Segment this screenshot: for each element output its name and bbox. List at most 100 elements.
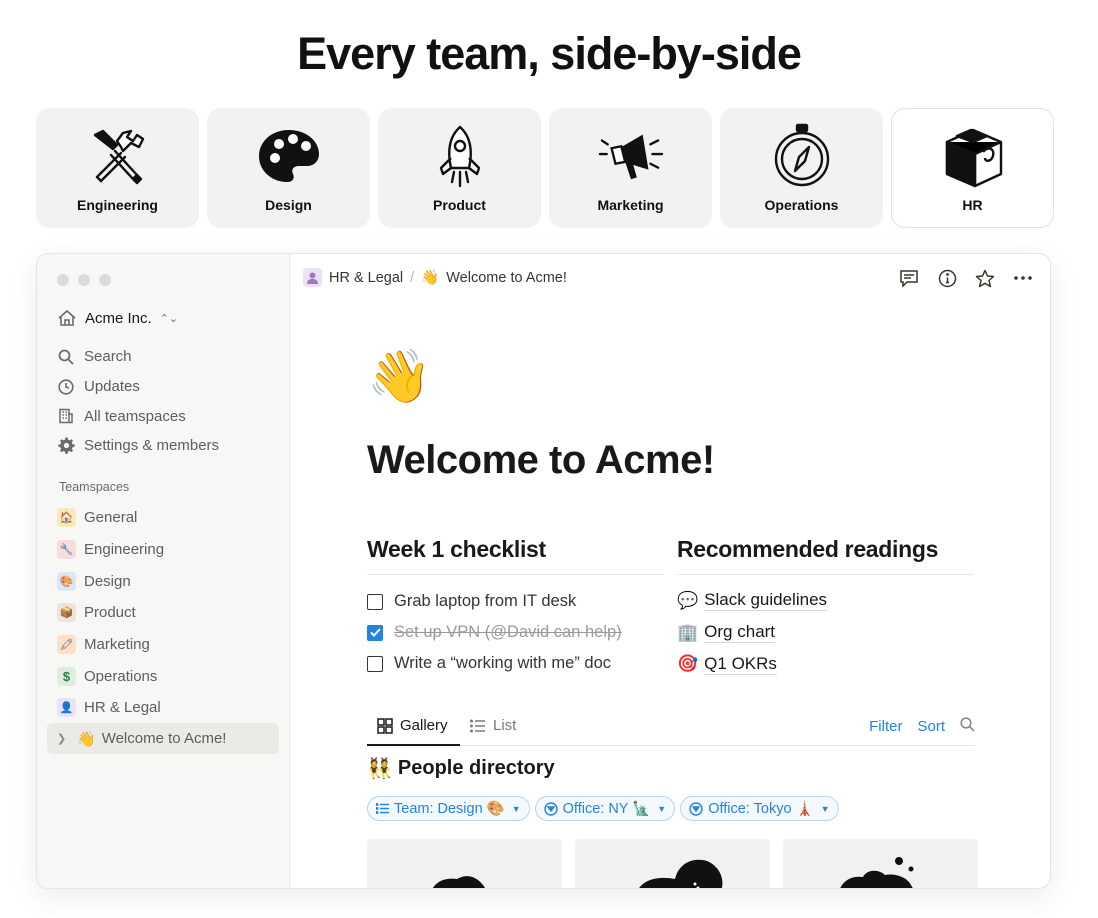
- readings-list: 💬 Slack guidelines 🏢 Org chart 🎯 Q1 OKRs: [677, 585, 828, 680]
- checkbox-checked[interactable]: [367, 624, 383, 641]
- reading-label[interactable]: Q1 OKRs: [704, 654, 777, 675]
- teamspaces-list: 🏠 General 🔧 Engineering 🎨 Design 📦 Produ…: [57, 502, 164, 724]
- palette-icon: 🎨: [57, 571, 76, 591]
- tab-gallery[interactable]: Gallery: [377, 717, 448, 734]
- active-tab-indicator: [367, 744, 460, 746]
- page-title[interactable]: Welcome to Acme!: [367, 438, 715, 483]
- checkbox[interactable]: [367, 655, 383, 672]
- teamspace-label: Operations: [84, 667, 158, 685]
- sidebar-page-welcome[interactable]: ❯ 👋 Welcome to Acme!: [47, 723, 279, 754]
- directory-heading: 👯 People directory: [367, 756, 555, 781]
- reading-link[interactable]: 🏢 Org chart: [677, 617, 827, 649]
- chip-label: Team: Design 🎨: [394, 801, 505, 817]
- gear-icon: [57, 437, 75, 455]
- teamspace-hr-legal[interactable]: 👤 HR & Legal: [57, 692, 164, 724]
- team-card-hr[interactable]: HR: [891, 108, 1054, 228]
- sidebar-item-updates[interactable]: Updates: [57, 372, 219, 402]
- sidebar-item-search[interactable]: Search: [57, 342, 219, 372]
- chevron-down-icon: ▼: [657, 803, 667, 814]
- info-icon[interactable]: [936, 267, 958, 289]
- checklist: Grab laptop from IT desk Set up VPN (@Da…: [367, 586, 622, 679]
- team-card-marketing[interactable]: Marketing: [549, 108, 712, 228]
- speech-bubble-icon: 💬: [677, 590, 699, 610]
- team-selector: Engineering Design Product Marketing Ope…: [36, 108, 1054, 228]
- breadcrumb-page[interactable]: Welcome to Acme!: [446, 270, 567, 286]
- reading-label[interactable]: Org chart: [704, 622, 776, 644]
- team-card-engineering[interactable]: Engineering: [36, 108, 199, 228]
- todo-item[interactable]: Write a “working with me” doc: [367, 648, 622, 679]
- headline: Every team, side-by-side: [297, 28, 802, 79]
- sidebar-item-label: Settings & members: [84, 437, 220, 455]
- app-window: Acme Inc. ⌃⌄ Search Updates All teamspac…: [36, 253, 1051, 889]
- comment-icon[interactable]: [898, 267, 920, 289]
- page-icon[interactable]: 👋: [367, 346, 432, 407]
- team-card-operations[interactable]: Operations: [720, 108, 883, 228]
- maximize-window-button[interactable]: [99, 274, 111, 286]
- teamspace-design[interactable]: 🎨 Design: [57, 565, 164, 597]
- chevron-right-icon[interactable]: ❯: [57, 732, 71, 745]
- crayon-icon: 🖍: [57, 635, 76, 655]
- megaphone-icon: [598, 123, 664, 189]
- teamspace-label: Product: [84, 604, 136, 622]
- teamspace-engineering[interactable]: 🔧 Engineering: [57, 534, 164, 566]
- todo-label: Set up VPN (@David can help): [394, 623, 622, 641]
- topbar: HR & Legal / 👋 Welcome to Acme!: [291, 254, 1050, 302]
- team-label: HR: [962, 197, 983, 213]
- person-card[interactable]: [575, 839, 770, 888]
- sidebar-item-settings[interactable]: Settings & members: [57, 431, 219, 461]
- team-label: Engineering: [77, 197, 158, 213]
- target-icon: 🎯: [677, 654, 699, 674]
- filter-chip-office-tokyo[interactable]: Office: Tokyo 🗼 ▼: [680, 796, 839, 821]
- compass-icon: [769, 123, 835, 189]
- gallery-cards: [367, 839, 978, 888]
- tab-label: List: [493, 717, 517, 734]
- filter-circle-icon: [543, 801, 558, 816]
- tools-icon: [85, 123, 151, 189]
- breadcrumb-teamspace[interactable]: HR & Legal: [329, 270, 403, 286]
- checkbox[interactable]: [367, 593, 383, 610]
- teamspace-product[interactable]: 📦 Product: [57, 597, 164, 629]
- tab-list[interactable]: List: [470, 717, 516, 734]
- todo-item[interactable]: Grab laptop from IT desk: [367, 586, 622, 617]
- search-icon[interactable]: [960, 717, 975, 736]
- team-label: Operations: [764, 197, 839, 213]
- teamspace-marketing[interactable]: 🖍 Marketing: [57, 629, 164, 661]
- breadcrumb: HR & Legal / 👋 Welcome to Acme!: [303, 268, 567, 287]
- filter-circle-icon: [689, 801, 703, 816]
- teamspace-label: General: [84, 509, 138, 527]
- teamspace-general[interactable]: 🏠 General: [57, 502, 164, 534]
- person-card[interactable]: [367, 839, 562, 888]
- minimize-window-button[interactable]: [78, 274, 90, 286]
- sidebar-item-all-teamspaces[interactable]: All teamspaces: [57, 401, 219, 431]
- star-icon[interactable]: [974, 267, 996, 289]
- waving-hand-icon: 👋: [77, 730, 96, 748]
- workspace-name: Acme Inc.: [85, 309, 152, 327]
- clock-icon: [57, 378, 75, 396]
- person-icon: 👤: [57, 698, 76, 718]
- gallery-icon: [377, 717, 393, 734]
- team-label: Design: [265, 197, 312, 213]
- sidebar-page-label: Welcome to Acme!: [101, 730, 227, 747]
- sort-button[interactable]: Sort: [917, 718, 945, 735]
- team-card-product[interactable]: Product: [378, 108, 541, 228]
- person-card[interactable]: [783, 839, 978, 888]
- workspace-switcher[interactable]: Acme Inc. ⌃⌄: [57, 309, 178, 327]
- reading-link[interactable]: 💬 Slack guidelines: [677, 585, 828, 617]
- teamspace-label: Marketing: [84, 636, 150, 654]
- more-icon[interactable]: [1012, 267, 1034, 289]
- sidebar-item-label: Search: [84, 348, 132, 366]
- dollar-icon: $: [57, 666, 76, 686]
- reading-link[interactable]: 🎯 Q1 OKRs: [677, 648, 827, 680]
- reading-label[interactable]: Slack guidelines: [704, 590, 828, 612]
- todo-item[interactable]: Set up VPN (@David can help): [367, 617, 622, 648]
- avatar-illustration: [840, 857, 914, 888]
- close-window-button[interactable]: [57, 274, 69, 286]
- filter-chip-office-ny[interactable]: Office: NY 🗽 ▼: [534, 796, 676, 821]
- filter-chip-team[interactable]: Team: Design 🎨 ▼: [367, 796, 530, 821]
- team-card-design[interactable]: Design: [207, 108, 370, 228]
- team-label: Marketing: [597, 197, 664, 213]
- palette-icon: [256, 123, 322, 189]
- filter-button[interactable]: Filter: [869, 718, 902, 735]
- todo-label: Write a “working with me” doc: [394, 654, 612, 672]
- teamspace-operations[interactable]: $ Operations: [57, 660, 164, 692]
